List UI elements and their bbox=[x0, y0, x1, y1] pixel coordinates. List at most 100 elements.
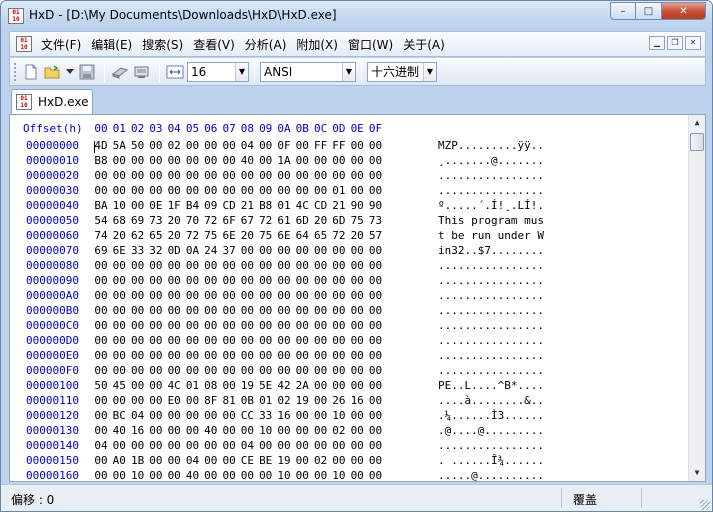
hex-byte[interactable]: 00 bbox=[201, 454, 221, 467]
ascii-text[interactable]: .@....@......... bbox=[438, 424, 544, 437]
hex-byte[interactable]: 6D bbox=[329, 214, 349, 227]
hex-byte[interactable]: 00 bbox=[109, 154, 129, 167]
hex-byte[interactable]: 16 bbox=[128, 424, 148, 437]
hex-byte[interactable]: 00 bbox=[201, 154, 221, 167]
hex-byte[interactable]: 1A bbox=[274, 154, 294, 167]
chevron-down-icon[interactable]: ▼ bbox=[235, 62, 248, 81]
hex-byte[interactable]: 8F bbox=[201, 394, 221, 407]
hex-byte[interactable]: 0E bbox=[146, 199, 166, 212]
hex-byte[interactable]: 00 bbox=[366, 454, 386, 467]
hex-byte[interactable]: 00 bbox=[146, 454, 166, 467]
hex-byte[interactable]: 00 bbox=[347, 319, 367, 332]
hex-byte[interactable]: 00 bbox=[256, 139, 276, 152]
hex-byte[interactable]: 00 bbox=[109, 439, 129, 452]
scroll-thumb[interactable] bbox=[690, 133, 704, 151]
hex-byte[interactable]: 00 bbox=[292, 364, 312, 377]
hex-byte[interactable]: 04 bbox=[91, 439, 111, 452]
ascii-text[interactable]: ................ bbox=[438, 349, 544, 362]
hex-byte[interactable]: 00 bbox=[109, 394, 129, 407]
ascii-text[interactable]: ....à........&.. bbox=[438, 394, 544, 407]
menu-file[interactable]: 文件(F) bbox=[36, 36, 86, 53]
hex-byte[interactable]: 00 bbox=[146, 364, 166, 377]
chevron-down-icon[interactable]: ▼ bbox=[342, 62, 355, 81]
hex-byte[interactable]: 33 bbox=[256, 409, 276, 422]
hex-byte[interactable]: 00 bbox=[146, 169, 166, 182]
hex-byte[interactable]: 02 bbox=[164, 139, 184, 152]
hex-byte[interactable]: 00 bbox=[164, 259, 184, 272]
hex-byte[interactable]: 6E bbox=[274, 229, 294, 242]
hex-byte[interactable]: 00 bbox=[219, 139, 239, 152]
hex-byte[interactable]: 2A bbox=[292, 379, 312, 392]
hex-byte[interactable]: 00 bbox=[366, 274, 386, 287]
menu-view[interactable]: 查看(V) bbox=[188, 36, 240, 53]
ascii-text[interactable]: t be run under W bbox=[438, 229, 544, 242]
hex-byte[interactable]: 72 bbox=[183, 229, 203, 242]
hex-byte[interactable]: 00 bbox=[219, 364, 239, 377]
hex-byte[interactable]: 00 bbox=[201, 169, 221, 182]
hex-byte[interactable]: 00 bbox=[237, 469, 257, 482]
hex-byte[interactable]: 00 bbox=[237, 259, 257, 272]
hex-byte[interactable]: 00 bbox=[366, 244, 386, 257]
hex-byte[interactable]: 10 bbox=[274, 469, 294, 482]
hex-byte[interactable]: 00 bbox=[366, 169, 386, 182]
hex-byte[interactable]: 00 bbox=[274, 304, 294, 317]
hex-byte[interactable]: 00 bbox=[329, 169, 349, 182]
hex-byte[interactable]: 04 bbox=[183, 454, 203, 467]
hex-byte[interactable]: 6F bbox=[219, 214, 239, 227]
hex-byte[interactable]: 00 bbox=[274, 244, 294, 257]
hex-byte[interactable]: 54 bbox=[91, 214, 111, 227]
hex-byte[interactable]: 20 bbox=[109, 229, 129, 242]
hex-byte[interactable]: 00 bbox=[256, 439, 276, 452]
hex-byte[interactable]: 20 bbox=[164, 229, 184, 242]
hex-byte[interactable]: 75 bbox=[347, 214, 367, 227]
hex-byte[interactable]: 40 bbox=[183, 469, 203, 482]
menu-about[interactable]: 关于(A) bbox=[398, 36, 450, 53]
hex-byte[interactable]: 37 bbox=[219, 244, 239, 257]
ascii-text[interactable]: . ......Î¾...... bbox=[438, 454, 544, 467]
hex-byte[interactable]: CC bbox=[237, 409, 257, 422]
hex-byte[interactable]: 00 bbox=[237, 319, 257, 332]
hex-byte[interactable]: 00 bbox=[311, 304, 331, 317]
bytes-per-row-select[interactable]: 16 ▼ bbox=[187, 61, 249, 82]
hex-byte[interactable]: 00 bbox=[311, 274, 331, 287]
hex-byte[interactable]: 00 bbox=[311, 349, 331, 362]
hex-byte[interactable]: 00 bbox=[347, 409, 367, 422]
hex-byte[interactable]: 00 bbox=[237, 424, 257, 437]
ascii-text[interactable]: .....@.......... bbox=[438, 469, 544, 482]
hex-byte[interactable]: 00 bbox=[219, 319, 239, 332]
hex-byte[interactable]: 4C bbox=[164, 379, 184, 392]
save-icon[interactable] bbox=[77, 62, 97, 82]
hex-byte[interactable]: 19 bbox=[237, 379, 257, 392]
hex-byte[interactable]: 00 bbox=[146, 394, 166, 407]
hex-byte[interactable]: 00 bbox=[347, 169, 367, 182]
hex-byte[interactable]: 69 bbox=[128, 214, 148, 227]
hex-byte[interactable]: 00 bbox=[91, 409, 111, 422]
hex-byte[interactable]: 21 bbox=[329, 199, 349, 212]
hex-byte[interactable]: B8 bbox=[256, 199, 276, 212]
hex-byte[interactable]: 00 bbox=[183, 349, 203, 362]
ascii-text[interactable]: ................ bbox=[438, 259, 544, 272]
hex-byte[interactable]: 00 bbox=[366, 349, 386, 362]
hex-byte[interactable]: 00 bbox=[201, 259, 221, 272]
hex-byte[interactable]: 00 bbox=[164, 469, 184, 482]
title-bar[interactable]: 01 10 HxD - [D:\My Documents\Downloads\Hx… bbox=[1, 1, 712, 31]
hex-byte[interactable]: 00 bbox=[366, 184, 386, 197]
hex-byte[interactable]: 00 bbox=[256, 184, 276, 197]
hex-byte[interactable]: 00 bbox=[219, 469, 239, 482]
hex-byte[interactable]: 73 bbox=[146, 214, 166, 227]
hex-byte[interactable]: 02 bbox=[329, 424, 349, 437]
hex-byte[interactable]: 00 bbox=[109, 259, 129, 272]
maximize-button[interactable]: □ bbox=[636, 2, 662, 20]
hex-byte[interactable]: 10 bbox=[128, 469, 148, 482]
hex-byte[interactable]: 00 bbox=[91, 334, 111, 347]
hex-byte[interactable]: CE bbox=[237, 454, 257, 467]
hex-byte[interactable]: 00 bbox=[292, 289, 312, 302]
hex-byte[interactable]: 00 bbox=[164, 319, 184, 332]
ascii-text[interactable]: ................ bbox=[438, 169, 544, 182]
hex-byte[interactable]: 72 bbox=[256, 214, 276, 227]
hex-byte[interactable]: 00 bbox=[347, 259, 367, 272]
hex-byte[interactable]: 00 bbox=[219, 454, 239, 467]
hex-byte[interactable]: 00 bbox=[164, 364, 184, 377]
open-disk-icon[interactable] bbox=[110, 62, 130, 82]
hex-byte[interactable]: 74 bbox=[91, 229, 111, 242]
